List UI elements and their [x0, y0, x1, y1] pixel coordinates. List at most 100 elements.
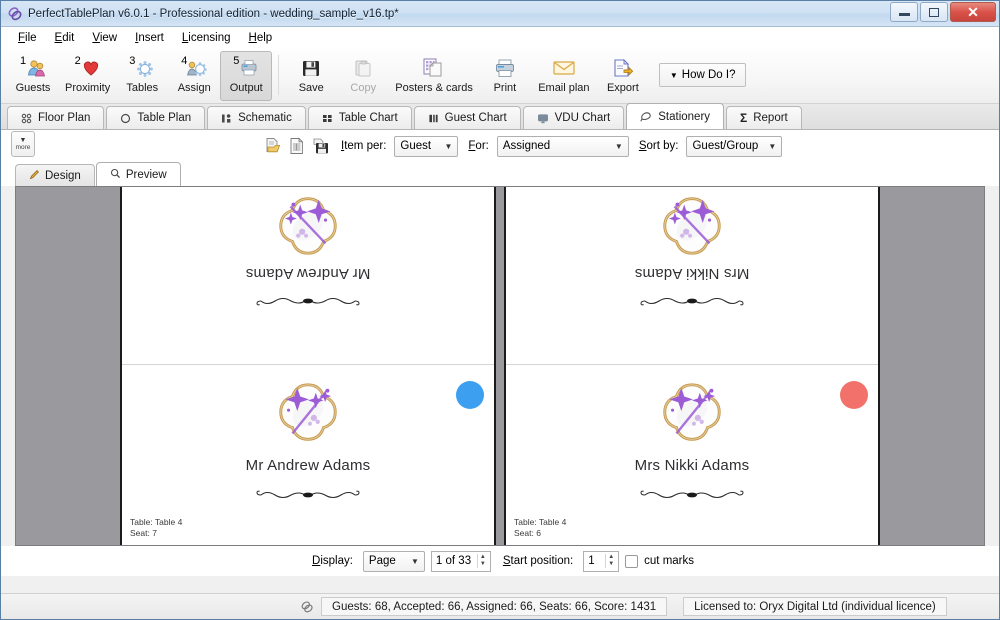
sort-by-dropdown[interactable]: Guest/Group ▼ [686, 135, 783, 157]
view-tab-strip: Floor Plan Table Plan Schematic Table Ch… [1, 103, 999, 130]
chevron-down-icon: ▼ [768, 141, 777, 151]
for-dropdown[interactable]: Assigned ▼ [496, 135, 629, 157]
schematic-icon [221, 113, 232, 124]
menu-insert[interactable]: Insert [126, 30, 173, 46]
toolbar-button-guests[interactable]: 1 Guests [7, 51, 59, 101]
output-label: Output [229, 82, 263, 94]
tab-preview[interactable]: Preview [95, 162, 181, 186]
spinner-down-icon[interactable]: ▼ [480, 561, 486, 568]
tab-report[interactable]: Σ Report [726, 106, 802, 129]
tab-guest-chart[interactable]: Guest Chart [413, 106, 521, 129]
place-card-sheet[interactable]: Mrs Nikki Adams Mrs Nikki Adams Table: T… [504, 187, 880, 545]
place-card-sheet[interactable]: Mr Andrew Adams Mr Andrew Adams Table: T… [120, 187, 496, 545]
more-button[interactable]: ▼ more [11, 131, 35, 157]
toolbar-button-print[interactable]: Print [479, 51, 531, 101]
chevron-down-icon: ▼ [411, 556, 419, 566]
guest-name: Mr Andrew Adams [245, 457, 371, 474]
menu-file[interactable]: File [9, 30, 46, 46]
toolbar-button-proximity[interactable]: 2 Proximity [59, 51, 116, 101]
status-stats-text: Guests: 68, Accepted: 66, Assigned: 66, … [332, 600, 657, 613]
copy-label: Copy [350, 82, 377, 94]
toolbar-button-assign[interactable]: 4 Assign [168, 51, 220, 101]
title-bar: PerfectTablePlan v6.0.1 - Professional e… [1, 1, 999, 27]
start-position-spinner[interactable]: 1 ▲ ▼ [583, 550, 620, 572]
assign-label: Assign [177, 82, 211, 94]
toolbar-button-tables[interactable]: 3 Tables [116, 51, 168, 101]
assign-icon: 4 [179, 55, 209, 81]
place-card-top-half: Mrs Nikki Adams [506, 187, 878, 364]
toolbar-separator-1 [278, 55, 280, 95]
toolbar-button-output[interactable]: 5 Output [220, 51, 273, 101]
table-line: Table: Table 4 [514, 517, 567, 527]
how-do-i-button[interactable]: ▼ How Do I? [658, 63, 747, 87]
tab-floor-plan[interactable]: Floor Plan [7, 106, 105, 129]
tables-label: Tables [126, 82, 159, 94]
menu-bar: File Edit View Insert Licensing Help [1, 27, 999, 49]
open-template-icon[interactable] [263, 135, 283, 157]
posters-cards-label: Posters & cards [395, 82, 473, 94]
toolbar-button-save[interactable]: Save [285, 51, 337, 101]
menu-licensing[interactable]: Licensing [173, 30, 240, 46]
proximity-label: Proximity [65, 82, 111, 94]
tab-table-plan-label: Table Plan [137, 112, 192, 124]
toolbar-button-export[interactable]: Export [597, 51, 649, 101]
menu-edit-label-rest: dit [62, 31, 75, 44]
cut-marks-checkbox[interactable] [625, 554, 639, 568]
page-spinner[interactable]: 1 of 33 ▲ ▼ [430, 550, 491, 572]
table-icon: 3 [127, 55, 157, 81]
page-spinner-arrows[interactable]: ▲ ▼ [476, 554, 486, 568]
maximize-button[interactable] [920, 2, 948, 22]
seat-info: Table: Table 4 Seat: 7 [130, 517, 182, 539]
close-icon: ✕ [967, 4, 979, 20]
toolbar-button-copy[interactable]: Copy [337, 51, 389, 101]
for-value: Assigned [502, 140, 551, 152]
menu-view[interactable]: View [83, 30, 126, 46]
circle-table-icon [120, 113, 131, 124]
minimize-button[interactable] [890, 2, 918, 22]
tables-number: 3 [129, 55, 136, 67]
tab-design[interactable]: Design [15, 164, 95, 186]
print-label: Print [493, 82, 517, 94]
spinner-up-icon[interactable]: ▲ [480, 554, 486, 561]
stationery-preview-canvas[interactable]: Mr Andrew Adams Mr Andrew Adams Table: T… [15, 186, 985, 546]
tab-table-plan[interactable]: Table Plan [106, 106, 206, 129]
menu-help[interactable]: Help [240, 30, 282, 46]
tab-schematic-label: Schematic [238, 112, 292, 124]
menu-edit[interactable]: Edit [46, 30, 84, 46]
email-plan-label: Email plan [538, 82, 590, 94]
more-label: more [15, 143, 31, 151]
guest-name: Mrs Nikki Adams [634, 265, 750, 282]
sort-by-label: Sort by: [638, 140, 679, 152]
tab-floor-plan-label: Floor Plan [38, 112, 91, 124]
spinner-up-icon[interactable]: ▲ [608, 554, 614, 561]
status-stats-pane: Guests: 68, Accepted: 66, Assigned: 66, … [321, 597, 668, 616]
toolbar-button-posters-cards[interactable]: Posters & cards [389, 51, 479, 101]
floral-motif-icon [279, 197, 337, 255]
toolbar-button-email-plan[interactable]: Email plan [531, 51, 597, 101]
save-template-icon[interactable] [311, 135, 331, 157]
tab-table-chart-label: Table Chart [338, 112, 398, 124]
spinner-down-icon[interactable]: ▼ [608, 561, 614, 568]
pencil-icon [29, 169, 40, 183]
tab-guest-chart-label: Guest Chart [444, 112, 507, 124]
item-per-dropdown[interactable]: Guest ▼ [394, 135, 459, 157]
tab-design-label: Design [45, 169, 81, 182]
heart-icon: 2 [73, 55, 103, 81]
tab-schematic[interactable]: Schematic [207, 106, 306, 129]
menu-view-label-rest: iew [99, 31, 118, 44]
tab-table-chart[interactable]: Table Chart [307, 106, 412, 129]
floral-motif-icon [663, 197, 721, 255]
close-button[interactable]: ✕ [950, 2, 996, 22]
tab-report-label: Report [753, 112, 788, 124]
start-position-spinner-arrows[interactable]: ▲ ▼ [605, 554, 614, 568]
new-template-icon[interactable] [287, 135, 307, 157]
display-dropdown[interactable]: Page ▼ [362, 550, 425, 572]
tab-vdu-chart[interactable]: VDU Chart [522, 106, 625, 129]
tab-vdu-chart-label: VDU Chart [554, 112, 611, 124]
window-controls: ✕ [890, 2, 996, 22]
place-card-top-half: Mr Andrew Adams [122, 187, 494, 364]
design-preview-tabs: Design Preview [1, 162, 999, 186]
clipboard-icon [348, 55, 378, 81]
tab-stationery[interactable]: Stationery [626, 103, 725, 129]
application-window: PerfectTablePlan v6.0.1 - Professional e… [0, 0, 1000, 620]
